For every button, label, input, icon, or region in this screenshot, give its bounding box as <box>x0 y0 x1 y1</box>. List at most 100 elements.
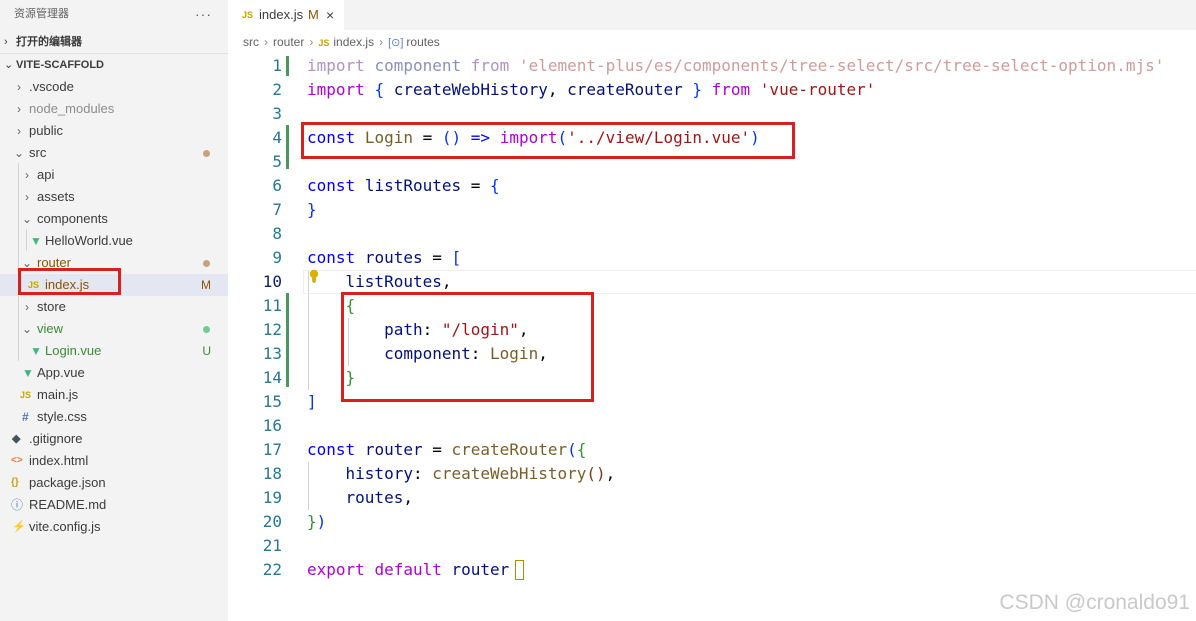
explorer-title: 资源管理器 <box>14 8 69 20</box>
code-token: { <box>576 440 587 459</box>
breadcrumb-router[interactable]: router <box>273 30 304 54</box>
chevron-right-icon: › <box>17 124 21 138</box>
line-number: 9 <box>272 248 282 267</box>
code-line-17: const router = createRouter({ <box>307 438 586 462</box>
tree-item-assets[interactable]: › assets <box>0 186 228 208</box>
tree-item-api[interactable]: › api <box>0 164 228 186</box>
more-actions-icon[interactable]: ··· <box>195 0 212 28</box>
code-token: routes <box>364 248 423 267</box>
chevron-right-icon: › <box>379 35 384 49</box>
code-token: createRouter <box>451 440 568 459</box>
tree-item-index-html[interactable]: <> index.html <box>0 450 228 472</box>
gutter-change-marker <box>286 125 289 169</box>
tree-item-view[interactable]: ⌄ view <box>0 318 228 340</box>
modified-badge: M <box>308 7 319 22</box>
modified-dot <box>203 260 210 267</box>
chevron-down-icon: ⌄ <box>22 212 33 226</box>
tree-item-vscode[interactable]: › .vscode <box>0 76 228 98</box>
code-line-10: listRoutes, <box>307 270 452 294</box>
code-area[interactable]: 1 2 3 4 5 6 7 8 9 10 11 12 13 14 15 16 1… <box>228 54 1196 621</box>
tree-item-src[interactable]: ⌄ src <box>0 142 228 164</box>
html-file-icon: <> <box>11 455 23 466</box>
code-token: const <box>307 440 356 459</box>
tree-item-vite-config[interactable]: ⚡ vite.config.js <box>0 516 228 538</box>
tab-bar: JS index.js M × <box>228 0 1196 30</box>
breadcrumb-src[interactable]: src <box>243 30 259 54</box>
tree-item-main-js[interactable]: JS main.js <box>0 384 228 406</box>
breadcrumb-file[interactable]: index.js <box>333 30 374 54</box>
tab-index-js[interactable]: JS index.js M × <box>228 0 344 30</box>
line-number: 12 <box>262 320 282 339</box>
tree-item-store[interactable]: › store <box>0 296 228 318</box>
code-token: import <box>307 80 365 99</box>
js-file-icon: JS <box>242 10 254 20</box>
tree-item-package-json[interactable]: {} package.json <box>0 472 228 494</box>
code-token: , <box>441 272 452 291</box>
lightbulb-icon[interactable] <box>308 269 320 283</box>
code-line-18: history: createWebHistory(), <box>307 462 616 486</box>
gutter-change-marker <box>286 56 289 76</box>
tree-item-helloworld[interactable]: ▼ HelloWorld.vue <box>0 230 228 252</box>
vue-icon: ▼ <box>22 366 34 380</box>
line-number: 22 <box>262 560 282 579</box>
code-token: ) <box>316 512 327 531</box>
close-icon[interactable]: × <box>326 0 334 30</box>
code-token: createWebHistory <box>393 80 548 99</box>
open-editors-label: 打开的编辑器 <box>16 36 82 48</box>
code-token: history <box>345 464 413 483</box>
tree-item-style-css[interactable]: # style.css <box>0 406 228 428</box>
code-token: from <box>470 56 510 75</box>
code-line-7: } <box>307 198 317 222</box>
code-token: router <box>451 560 510 579</box>
line-number: 18 <box>262 464 282 483</box>
line-number: 16 <box>262 416 282 435</box>
chevron-right-icon: › <box>25 300 29 314</box>
js-file-icon: JS <box>318 38 330 48</box>
code-token: export <box>307 560 365 579</box>
code-token: { <box>490 176 500 195</box>
code-token: } <box>692 80 702 99</box>
code-token: routes <box>345 488 404 507</box>
project-section[interactable]: ⌄ VITE-SCAFFOLD <box>0 54 228 76</box>
line-number: 21 <box>262 536 282 555</box>
tree-item-login-vue[interactable]: ▼ Login.vue U <box>0 340 228 362</box>
code-line-20: }) <box>307 510 326 534</box>
code-token: listRoutes <box>364 176 462 195</box>
code-token: router <box>364 440 423 459</box>
chevron-right-icon: › <box>264 35 268 49</box>
tree-item-components[interactable]: ⌄ components <box>0 208 228 230</box>
editor: JS index.js M × src › router › JS index.js › [⊙… <box>228 0 1196 621</box>
code-token: const <box>307 176 356 195</box>
tree-item-public[interactable]: › public <box>0 120 228 142</box>
chevron-right-icon: › <box>4 36 8 48</box>
code-token: default <box>374 560 442 579</box>
watermark: CSDN @cronaldo91 <box>999 591 1190 614</box>
css-file-icon: # <box>22 410 29 424</box>
vue-icon: ▼ <box>30 234 42 248</box>
breadcrumb-symbol[interactable]: routes <box>406 30 439 54</box>
tab-label: index.js <box>259 7 304 22</box>
chevron-right-icon: › <box>17 80 21 94</box>
chevron-right-icon: › <box>25 168 29 182</box>
code-line-2: import { createWebHistory, createRouter … <box>307 78 875 102</box>
line-number: 4 <box>272 128 282 147</box>
tree-item-app-vue[interactable]: ▼ App.vue <box>0 362 228 384</box>
open-editors-section[interactable]: › 打开的编辑器 <box>0 31 228 53</box>
line-number: 20 <box>262 512 282 531</box>
tree-item-gitignore[interactable]: ◆ .gitignore <box>0 428 228 450</box>
tree-item-node-modules[interactable]: › node_modules <box>0 98 228 120</box>
tree-item-readme[interactable]: ⓘ README.md <box>0 494 228 516</box>
code-token: = <box>422 248 452 267</box>
git-icon: ◆ <box>12 433 21 445</box>
line-number: 14 <box>262 368 282 387</box>
